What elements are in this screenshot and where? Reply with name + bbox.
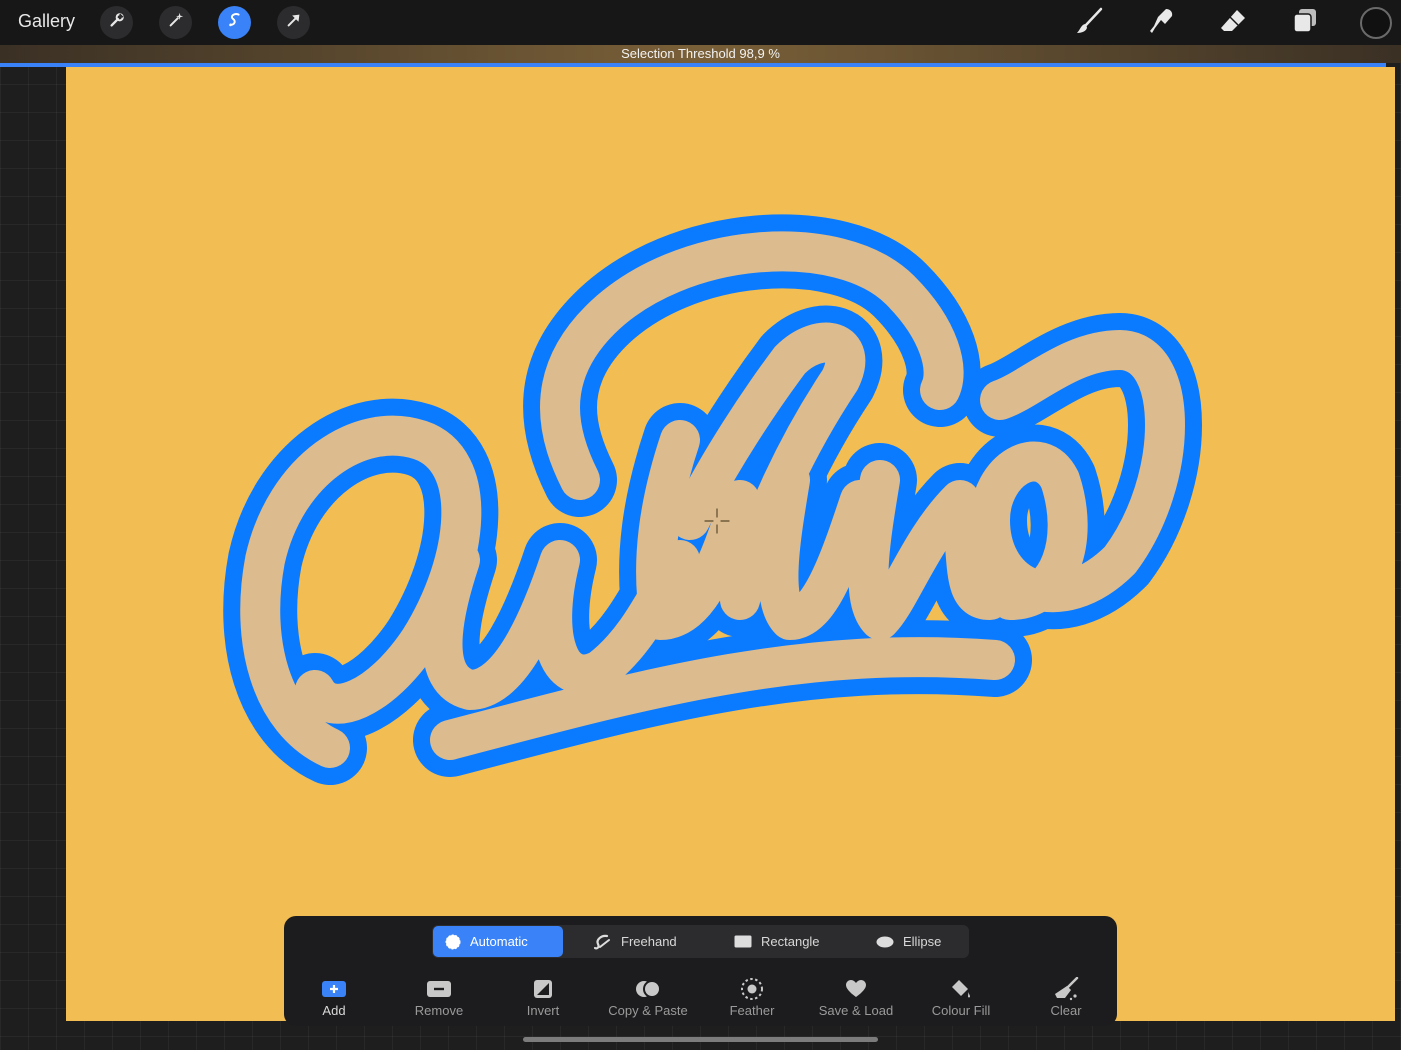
mode-label: Ellipse bbox=[903, 934, 942, 949]
action-label: Add bbox=[322, 1003, 346, 1018]
mode-freehand[interactable]: Freehand bbox=[582, 926, 707, 957]
selection-button[interactable] bbox=[218, 6, 251, 39]
remove-icon bbox=[394, 978, 484, 1000]
gallery-button[interactable]: Gallery bbox=[18, 11, 75, 32]
copy-paste-button[interactable]: Copy & Paste bbox=[603, 978, 693, 1018]
mode-label: Automatic bbox=[470, 934, 528, 949]
rectangle-icon bbox=[734, 935, 752, 948]
mode-rectangle[interactable]: Rectangle bbox=[722, 926, 847, 957]
save-load-button[interactable]: Save & Load bbox=[811, 978, 901, 1018]
clear-icon bbox=[1021, 977, 1111, 1001]
paint-button[interactable] bbox=[1071, 6, 1107, 40]
colour-fill-button[interactable]: Colour Fill bbox=[916, 978, 1006, 1018]
add-icon bbox=[289, 978, 379, 1000]
colour-fill-icon bbox=[916, 978, 1006, 1000]
action-label: Save & Load bbox=[818, 1003, 894, 1018]
action-label: Invert bbox=[526, 1003, 560, 1018]
add-button[interactable]: Add bbox=[289, 978, 379, 1018]
clear-button[interactable]: Clear bbox=[1021, 977, 1111, 1018]
automatic-icon bbox=[445, 934, 461, 950]
outline-lettering-artwork bbox=[223, 214, 1202, 785]
home-indicator bbox=[523, 1037, 878, 1042]
copy-paste-icon bbox=[603, 978, 693, 1000]
top-toolbar: Gallery bbox=[0, 0, 1401, 45]
magic-wand-icon bbox=[167, 11, 185, 34]
adjustments-button[interactable] bbox=[159, 6, 192, 39]
feather-button[interactable]: Feather bbox=[707, 978, 797, 1018]
brush-icon bbox=[1074, 6, 1104, 41]
action-label: Feather bbox=[729, 1003, 775, 1018]
action-label: Remove bbox=[414, 1003, 464, 1018]
mode-ellipse[interactable]: Ellipse bbox=[864, 926, 968, 957]
invert-icon bbox=[498, 978, 588, 1000]
selection-mode-segmented-control: Automatic Freehand Rectangle Ellipse bbox=[432, 925, 969, 958]
mode-label: Freehand bbox=[621, 934, 677, 949]
feather-icon bbox=[707, 978, 797, 1000]
color-swatch[interactable] bbox=[1360, 7, 1392, 39]
wrench-icon bbox=[108, 11, 126, 34]
action-label: Copy & Paste bbox=[608, 1003, 688, 1018]
actions-button[interactable] bbox=[100, 6, 133, 39]
action-label: Clear bbox=[1050, 1003, 1082, 1018]
selection-icon bbox=[226, 11, 244, 34]
invert-button[interactable]: Invert bbox=[498, 978, 588, 1018]
selection-threshold-label: Selection Threshold 98,9 % bbox=[0, 45, 1401, 63]
layers-button[interactable] bbox=[1287, 6, 1323, 40]
smudge-icon bbox=[1146, 6, 1176, 41]
mode-label: Rectangle bbox=[761, 934, 820, 949]
mode-automatic[interactable]: Automatic bbox=[433, 926, 563, 957]
ellipse-icon bbox=[876, 936, 894, 948]
layers-icon bbox=[1290, 6, 1320, 41]
transform-button[interactable] bbox=[277, 6, 310, 39]
freehand-icon bbox=[594, 934, 612, 950]
selection-panel: Automatic Freehand Rectangle Ellipse Add bbox=[284, 916, 1117, 1026]
action-label: Colour Fill bbox=[931, 1003, 991, 1018]
erase-button[interactable] bbox=[1215, 6, 1251, 40]
eraser-icon bbox=[1218, 6, 1248, 41]
smudge-button[interactable] bbox=[1143, 6, 1179, 40]
drawing-canvas[interactable] bbox=[66, 67, 1395, 1021]
remove-button[interactable]: Remove bbox=[394, 978, 484, 1018]
heart-icon bbox=[811, 978, 901, 1000]
arrow-cursor-icon bbox=[285, 11, 303, 34]
